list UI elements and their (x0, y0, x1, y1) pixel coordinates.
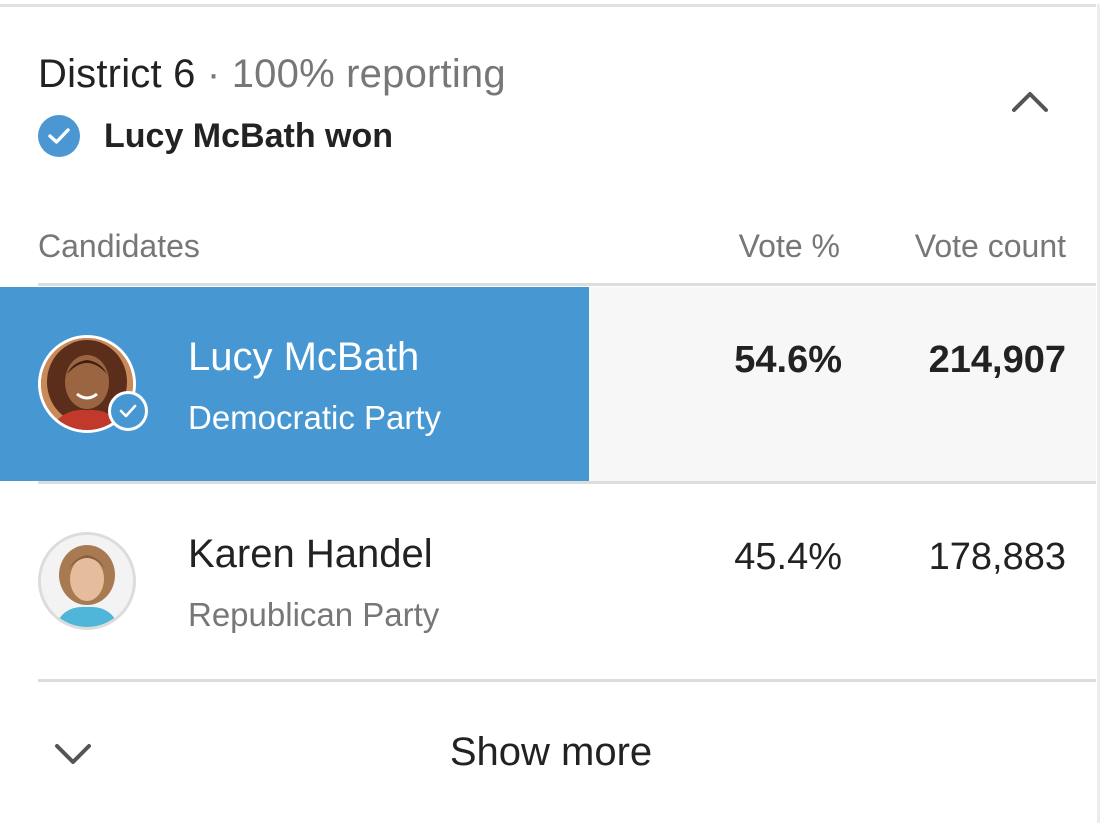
candidate-vote-pct: 54.6% (734, 339, 842, 381)
winner-check-icon (108, 391, 148, 431)
candidate-party: Democratic Party (188, 399, 442, 436)
show-more-label: Show more (449, 730, 653, 774)
column-header-vote-count: Vote count (914, 228, 1066, 264)
district-label: District 6 (38, 52, 196, 96)
column-header-vote-pct: Vote % (738, 228, 840, 264)
chevron-up-icon (1010, 89, 1050, 118)
candidate-party: Republican Party (188, 596, 440, 633)
show-more-button[interactable]: Show more (0, 682, 1096, 823)
candidate-avatar (38, 532, 136, 630)
candidate-name: Lucy McBath (188, 335, 420, 379)
check-circle-icon (38, 115, 80, 157)
winner-banner: Lucy McBath won (38, 114, 393, 158)
candidate-vote-count: 178,883 (928, 536, 1066, 578)
header-divider (38, 283, 1096, 286)
header-separator: · (195, 52, 232, 96)
collapse-button[interactable] (1002, 78, 1058, 128)
candidate-vote-count: 214,907 (928, 339, 1066, 381)
candidate-name: Karen Handel (188, 532, 433, 576)
top-divider (0, 4, 1096, 7)
candidate-row[interactable]: Karen Handel Republican Party 45.4% 178,… (0, 484, 1096, 678)
candidate-vote-pct: 45.4% (734, 536, 842, 578)
right-divider (1097, 4, 1100, 823)
reporting-status: 100% reporting (231, 52, 506, 96)
election-result-card: District 6 · 100% reporting Lucy McBath … (0, 0, 1114, 823)
column-header-candidates: Candidates (38, 228, 200, 264)
winner-text: Lucy McBath won (104, 116, 394, 155)
race-header: District 6 · 100% reporting (38, 52, 506, 97)
candidate-row-winner[interactable]: Lucy McBath Democratic Party 54.6% 214,9… (0, 287, 1096, 481)
